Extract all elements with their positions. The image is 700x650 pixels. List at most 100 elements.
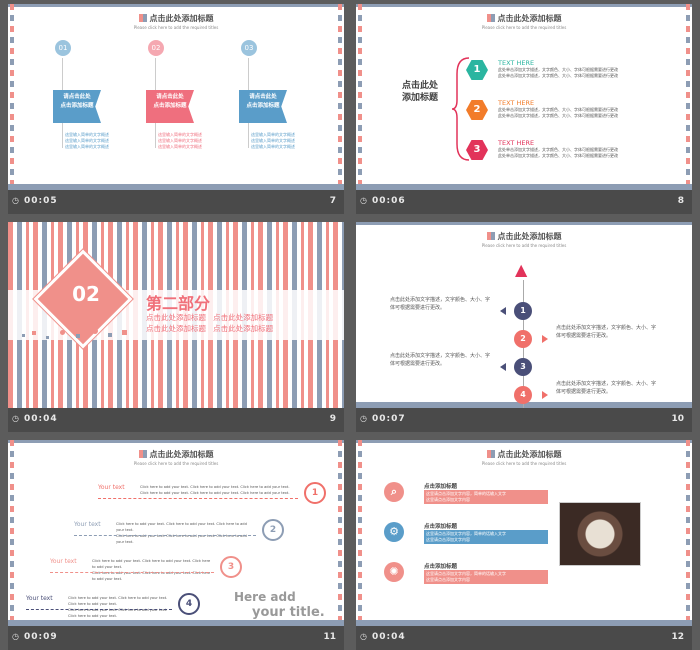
flag-number: 03 <box>241 40 257 56</box>
stair-divider <box>98 498 298 499</box>
stair-label: Your text <box>26 595 53 602</box>
section-title: 第二部分 <box>146 294 211 313</box>
item-body: 此处单击添加文字描述，文字颜色、大小、字体可根据需要进行更改 此处单击添加文字描… <box>498 107 618 118</box>
clock-icon: ◷ <box>360 196 367 205</box>
slide-title: 点击此处添加标题 <box>497 232 562 241</box>
section-number: 02 <box>72 282 100 306</box>
slide-subtitle: Please click here to add the required ti… <box>481 461 567 466</box>
stair-body: Click here to add your text. Click here … <box>116 522 247 544</box>
logo-icon <box>486 232 495 240</box>
flag-item: 01 请点击此处 点击添加标题 這里输入简单的文字概述 這里输入简单的文字概述 … <box>53 40 113 170</box>
slide-thumb-12[interactable]: 点击此处添加标题 Please click here to add the re… <box>356 440 692 650</box>
feature-row: ⚙ 点击添加标题 这里请点击添加文字内容，简单的话输入文字 这里请点击添加文字内… <box>384 522 554 558</box>
stair-number: 4 <box>178 593 200 615</box>
row-head: 点击添加标题 <box>424 524 458 530</box>
slide-thumb-9[interactable]: 02 第二部分 点击此处添加标题 点击此处添加标题 点击此处添加标题 点击此处添… <box>8 222 344 432</box>
slide-thumb-11[interactable]: 点击此处添加标题 Please click here to add the re… <box>8 440 344 650</box>
flag-desc: 這里输入简单的文字概述 這里输入简单的文字概述 這里输入简单的文字概述 <box>158 132 202 149</box>
stair-divider <box>26 609 172 610</box>
confetti <box>22 328 142 342</box>
left-stripe <box>10 4 14 190</box>
right-stripe <box>686 4 690 190</box>
flag-number: 01 <box>55 40 71 56</box>
step-text: 点击此处添加文字描述，文字颜色、大小、字体可根据需要进行更改。 <box>390 297 491 311</box>
slide-title: 点击此处添加标题 <box>497 450 562 459</box>
flag-item: 02 请点击此处 点击添加标题 這里输入简单的文字概述 這里输入简单的文字概述 … <box>146 40 206 170</box>
step-number: 4 <box>514 386 532 404</box>
top-band <box>356 440 692 443</box>
flag-banner: 请点击此处 点击添加标题 <box>53 90 101 123</box>
clock-icon: ◷ <box>12 414 19 423</box>
meeting-photo <box>559 502 641 566</box>
logo-icon <box>486 450 495 458</box>
slide-number: 12 <box>671 632 684 642</box>
list-item: 2 TEXT HERE 此处单击添加文字描述，文字颜色、大小、字体可根据需要进行… <box>466 99 676 130</box>
logo-icon <box>138 450 147 458</box>
step-arrow <box>542 335 548 343</box>
flag-desc: 這里输入简单的文字概述 這里输入简单的文字概述 這里输入简单的文字概述 <box>65 132 109 149</box>
step-arrow <box>500 307 506 315</box>
slide-number: 7 <box>329 196 336 206</box>
stair-body: Click here to add your text. Click here … <box>92 559 211 581</box>
slide-canvas: 点击此处添加标题 Please click here to add the re… <box>356 222 692 408</box>
rocket-icon: ▲ <box>515 260 528 279</box>
stair-number: 2 <box>262 519 284 541</box>
row-head: 点击添加标题 <box>424 484 458 490</box>
hex-number: 3 <box>466 140 488 160</box>
slide-number: 8 <box>677 196 684 206</box>
slide-title: 点击此处添加标题 <box>149 14 214 23</box>
section-line: 点击此处添加标题 <box>146 324 206 333</box>
left-label: 点击此处 添加标题 <box>401 81 438 103</box>
row-body: 这里请点击添加文字内容，简单的话输入文字 这里请点击添加文字内容 <box>424 530 548 544</box>
top-band <box>356 4 692 7</box>
duration: 00:06 <box>372 196 406 206</box>
stair-number: 1 <box>304 482 326 504</box>
hex-number: 2 <box>466 100 488 120</box>
flag-desc: 這里输入简单的文字概述 這里输入简单的文字概述 這里输入简单的文字概述 <box>251 132 295 149</box>
flag-banner: 请点击此处 点击添加标题 <box>146 90 194 123</box>
slide-thumb-10[interactable]: 点击此处添加标题 Please click here to add the re… <box>356 222 692 432</box>
right-stripe <box>686 440 690 626</box>
slide-subtitle: Please click here to add the required ti… <box>133 25 219 30</box>
section-lines: 点击此处添加标题 点击此处添加标题 点击此处添加标题 点击此处添加标题 <box>146 312 306 334</box>
item-head: TEXT HERE <box>498 99 535 107</box>
slide-subtitle: Please click here to add the required ti… <box>481 25 567 30</box>
stair-body: Click here to add your text. Click here … <box>140 485 290 495</box>
slide-number: 11 <box>323 632 336 642</box>
top-band <box>8 440 344 443</box>
section-line: 点击此处添加标题 <box>146 313 206 322</box>
step-number: 2 <box>514 330 532 348</box>
duration: 00:09 <box>24 632 58 642</box>
clock-icon: ◷ <box>360 414 367 423</box>
stair-divider <box>74 535 256 536</box>
stair-step: Your text Click here to add your text. C… <box>8 482 344 520</box>
bulb-icon: ✺ <box>384 562 404 582</box>
slide-title: 点击此处添加标题 <box>149 450 214 459</box>
stair-divider <box>50 572 214 573</box>
stair-label: Your text <box>50 558 77 565</box>
logo-icon <box>138 14 147 22</box>
clock-icon: ◷ <box>360 632 367 641</box>
slide-thumb-8[interactable]: 点击此处添加标题 Please click here to add the re… <box>356 4 692 214</box>
duration: 00:04 <box>24 414 58 424</box>
duration: 00:05 <box>24 196 58 206</box>
slide-canvas: 点击此处添加标题 Please click here to add the re… <box>356 4 692 190</box>
flag-item: 03 请点击此处 点击添加标题 這里输入简单的文字概述 這里输入简单的文字概述 … <box>239 40 299 170</box>
slide-subtitle: Please click here to add the required ti… <box>481 243 567 248</box>
stair-step: Your text Click here to add your text. C… <box>8 519 344 557</box>
step-text: 点击此处添加文字描述，文字颜色、大小、字体可根据需要进行更改。 <box>390 353 491 367</box>
stair-label: Your text <box>74 521 101 528</box>
thumb-bar: ◷ 00:06 8 <box>356 190 692 214</box>
duration: 00:07 <box>372 414 406 424</box>
step-arrow <box>500 363 506 371</box>
flag-banner: 请点击此处 点击添加标题 <box>239 90 287 123</box>
item-body: 此处单击添加文字描述，文字颜色、大小、字体可根据需要进行更改 此处单击添加文字描… <box>498 147 618 158</box>
stair-step: Your text Click here to add your text. C… <box>8 556 344 594</box>
step-number: 1 <box>514 302 532 320</box>
step-arrow <box>542 391 548 399</box>
feature-row: ✺ 点击添加标题 这里请点击添加文字内容，简单的话输入文字 这里请点击添加文字内… <box>384 562 554 598</box>
hex-number: 1 <box>466 60 488 80</box>
gear-icon: ⚙ <box>384 522 404 542</box>
stair-label: Your text <box>98 484 125 491</box>
slide-thumb-7[interactable]: 点击此处添加标题 Please click here to add the re… <box>8 4 344 214</box>
